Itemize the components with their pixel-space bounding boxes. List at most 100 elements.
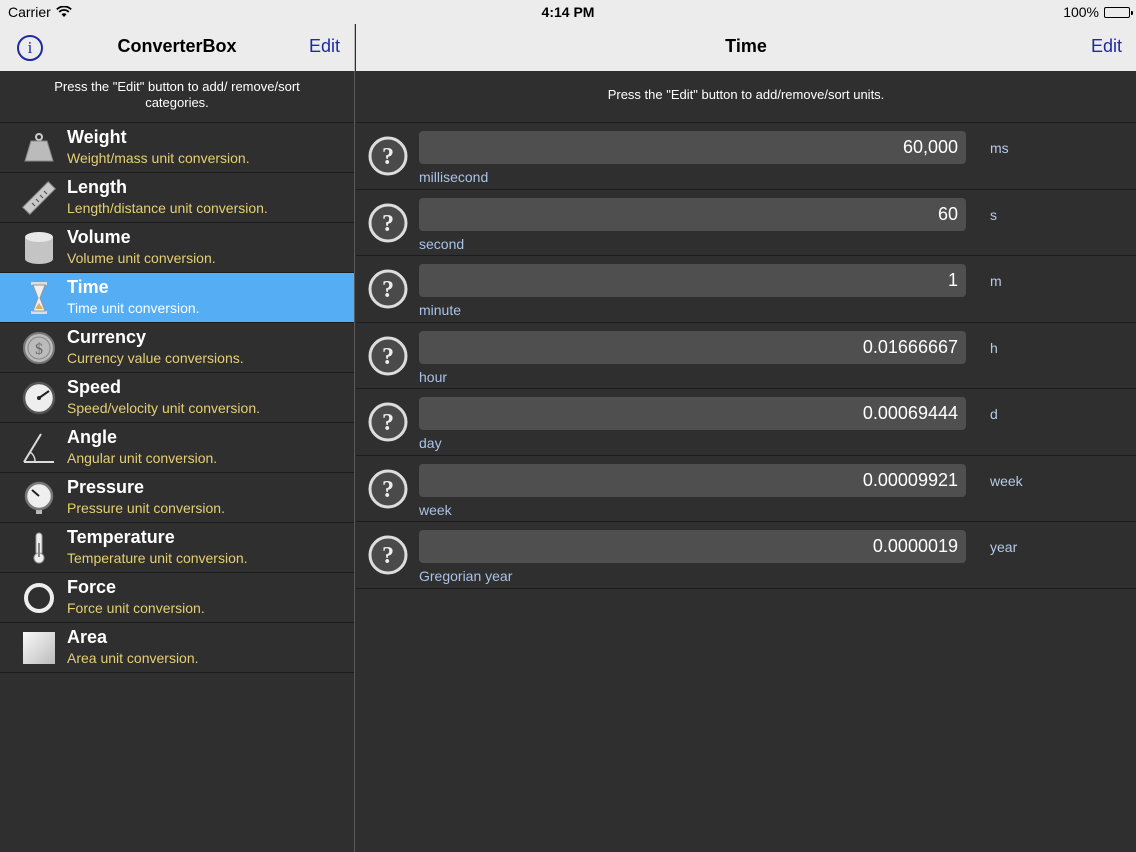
unit-row-hour: ? hour h [356, 323, 1136, 389]
help-icon[interactable]: ? [368, 269, 408, 309]
unit-row-millisecond: ? millisecond ms [356, 123, 1136, 190]
svg-text:?: ? [382, 477, 394, 503]
category-row-angle[interactable]: Angle Angular unit conversion. [0, 423, 354, 473]
category-desc: Angular unit conversion. [67, 450, 218, 466]
category-desc: Force unit conversion. [67, 600, 205, 616]
svg-text:?: ? [382, 410, 394, 436]
unit-row-week: ? week week [356, 456, 1136, 522]
category-name: Pressure [67, 477, 145, 497]
unit-abbreviation: year [990, 539, 1018, 555]
unit-value-input[interactable] [419, 463, 966, 497]
unit-abbreviation: h [990, 339, 998, 356]
unit-name: millisecond [419, 169, 489, 185]
category-row-weight[interactable]: Weight Weight/mass unit conversion. [0, 123, 354, 173]
svg-text:?: ? [382, 277, 394, 303]
categories-hint: Press the "Edit" button to add/ remove/s… [0, 71, 354, 123]
unit-abbreviation: ms [990, 140, 1009, 156]
category-row-volume[interactable]: Volume Volume unit conversion. [0, 223, 354, 273]
category-row-length[interactable]: Length Length/distance unit conversion. [0, 173, 354, 223]
battery-icon [1104, 6, 1133, 18]
edit-units-button[interactable]: Edit [1091, 36, 1122, 57]
category-row-temperature[interactable]: Temperature Temperature unit conversion. [0, 523, 354, 573]
category-name: Weight [67, 127, 127, 147]
unit-row-day: ? day d [356, 389, 1136, 456]
svg-text:?: ? [382, 211, 394, 237]
category-desc: Currency value conversions. [67, 350, 244, 366]
square-icon [23, 632, 55, 664]
category-desc: Length/distance unit conversion. [67, 200, 268, 216]
category-desc: Temperature unit conversion. [67, 550, 248, 566]
svg-text:?: ? [382, 144, 394, 170]
pressure-gauge-icon [24, 481, 54, 514]
category-name: Currency [67, 327, 147, 347]
help-icon[interactable]: ? [368, 535, 408, 575]
weight-icon [24, 133, 54, 162]
unit-row-second: ? second s [356, 190, 1136, 256]
unit-name: hour [419, 368, 448, 385]
category-desc: Weight/mass unit conversion. [67, 150, 250, 166]
help-icon[interactable]: ? [368, 336, 408, 376]
unit-value-input[interactable] [419, 131, 966, 164]
help-icon[interactable]: ? [368, 402, 408, 442]
status-bar: Carrier 4:14 PM 100% [0, 0, 1136, 24]
unit-row-minute: ? minute m [356, 256, 1136, 323]
category-row-area[interactable]: Area Area unit conversion. [0, 623, 354, 673]
category-list: Press the "Edit" button to add/ remove/s… [0, 71, 355, 852]
categories-nav-bar: i ConverterBox Edit [0, 24, 355, 71]
info-button[interactable]: i [17, 35, 43, 61]
units-hint: Press the "Edit" button to add/remove/so… [356, 71, 1136, 123]
category-name: Angle [67, 427, 118, 447]
ruler-icon [22, 181, 56, 215]
unit-abbreviation: d [990, 406, 998, 422]
edit-categories-button[interactable]: Edit [309, 36, 340, 57]
coin-icon: $ [23, 332, 55, 364]
unit-list: Press the "Edit" button to add/remove/so… [356, 71, 1136, 852]
unit-name: week [419, 501, 452, 518]
unit-row-gregorian-year: ? Gregorian year year [356, 522, 1136, 589]
hourglass-icon [31, 282, 47, 314]
unit-abbreviation: s [990, 206, 997, 223]
unit-value-input[interactable] [419, 330, 966, 364]
category-name: Volume [67, 227, 131, 247]
svg-text:$: $ [35, 341, 43, 358]
category-name: Force [67, 577, 117, 597]
category-row-currency[interactable]: $ Currency Currency value conversions. [0, 323, 354, 373]
category-row-pressure[interactable]: Pressure Pressure unit conversion. [0, 473, 354, 523]
unit-name: minute [419, 302, 462, 318]
unit-value-input[interactable] [419, 530, 966, 563]
category-row-time[interactable]: Time Time unit conversion. [0, 273, 354, 323]
unit-value-input[interactable] [419, 197, 966, 231]
category-row-force[interactable]: Force Force unit conversion. [0, 573, 354, 623]
unit-name: Gregorian year [419, 568, 513, 584]
app-title: ConverterBox [117, 36, 237, 56]
category-name: Speed [67, 377, 122, 397]
category-row-speed[interactable]: Speed Speed/velocity unit conversion. [0, 373, 354, 423]
unit-name: day [419, 435, 442, 451]
unit-value-input[interactable] [419, 264, 966, 297]
help-icon[interactable]: ? [368, 203, 408, 243]
svg-text:?: ? [382, 344, 394, 370]
battery-indicator: 100% [1063, 4, 1133, 20]
status-time: 4:14 PM [541, 4, 595, 20]
category-desc: Pressure unit conversion. [67, 500, 225, 516]
speedometer-icon [22, 381, 56, 415]
category-desc: Time unit conversion. [67, 300, 200, 316]
unit-abbreviation: m [990, 273, 1002, 289]
help-icon[interactable]: ? [368, 136, 408, 176]
thermometer-icon [33, 532, 45, 564]
unit-value-input[interactable] [419, 397, 966, 430]
category-name: Area [67, 627, 108, 647]
cylinder-icon [25, 232, 53, 264]
unit-abbreviation: week [990, 472, 1023, 489]
category-title: Time [725, 36, 767, 56]
battery-percent: 100% [1063, 4, 1099, 20]
category-name: Time [67, 277, 109, 297]
category-desc: Speed/velocity unit conversion. [67, 400, 260, 416]
svg-text:?: ? [382, 543, 394, 569]
angle-icon [23, 433, 54, 463]
category-desc: Volume unit conversion. [67, 250, 216, 266]
help-icon[interactable]: ? [368, 469, 408, 509]
category-name: Temperature [67, 527, 175, 547]
category-name: Length [67, 177, 127, 197]
unit-name: second [419, 235, 465, 252]
